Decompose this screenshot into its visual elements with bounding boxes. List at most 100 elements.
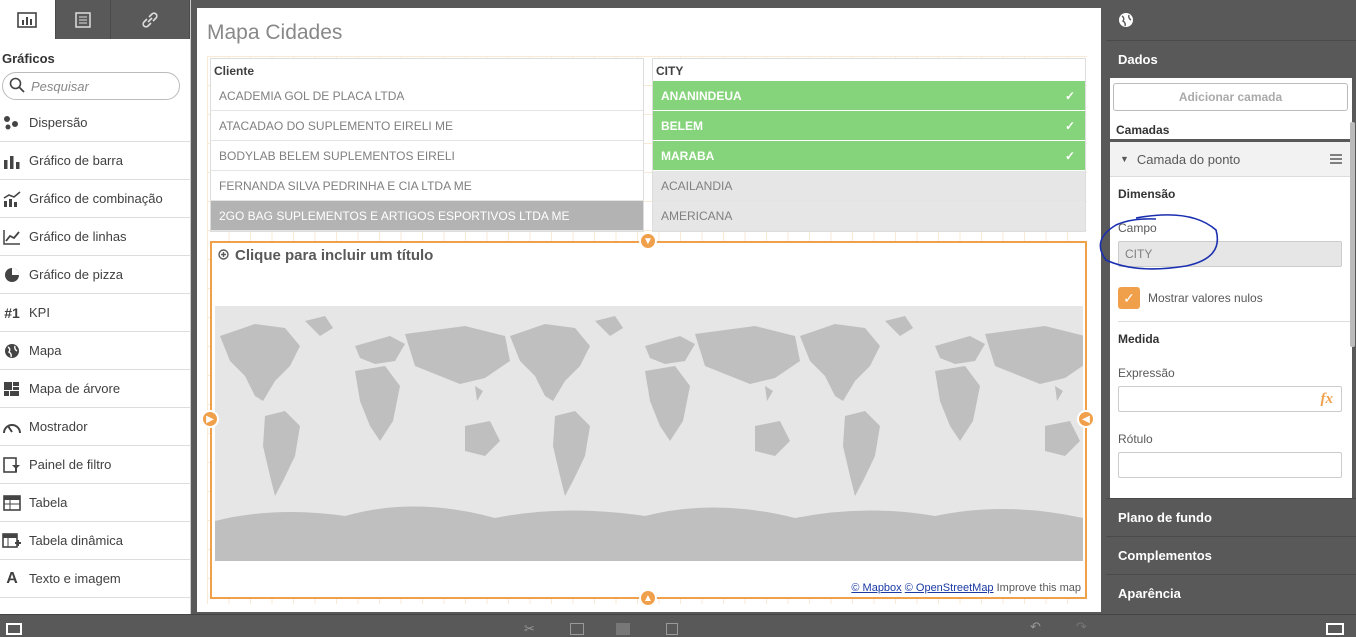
redo-icon[interactable]: ↷ — [1076, 619, 1087, 635]
gauge-icon — [2, 418, 22, 436]
treemap-icon — [2, 380, 22, 398]
section-dados[interactable]: Dados — [1106, 40, 1356, 78]
label-label: Rótulo — [1118, 432, 1153, 446]
section-background[interactable]: Plano de fundo — [1106, 498, 1356, 536]
resize-handle-left[interactable]: ▶ — [201, 410, 219, 428]
cliente-filter-header: Cliente — [214, 64, 255, 78]
chart-item-scatter[interactable]: Dispersão — [0, 104, 190, 142]
cut-icon[interactable]: ✂ — [524, 621, 535, 637]
annotation-circle — [1099, 214, 1219, 270]
table-icon — [2, 494, 22, 512]
cliente-row[interactable]: ACADEMIA GOL DE PLACA LTDA — [211, 81, 643, 111]
resize-handle-bottom[interactable]: ▲ — [639, 589, 657, 607]
city-filter-header: CITY — [656, 64, 684, 78]
chart-item-bar[interactable]: Gráfico de barra — [0, 142, 190, 180]
osm-link[interactable]: © OpenStreetMap — [905, 582, 994, 594]
show-nulls-checkbox[interactable]: ✓ Mostrar valores nulos — [1118, 287, 1352, 322]
undo-icon[interactable]: ↶ — [1030, 619, 1041, 635]
checkbox-checked-icon: ✓ — [1118, 287, 1140, 309]
chart-list: Dispersão Gráfico de barra Gráfico de co… — [0, 104, 190, 598]
chart-item-line[interactable]: Gráfico de linhas — [0, 218, 190, 256]
check-icon: ✓ — [1064, 148, 1075, 163]
globe-icon — [2, 342, 22, 360]
pie-chart-icon — [2, 266, 22, 284]
city-row[interactable]: MARABA ✓ — [653, 141, 1085, 171]
chart-item-pivot-table[interactable]: Tabela dinâmica — [0, 522, 190, 560]
globe-icon — [1106, 0, 1356, 40]
delete-icon[interactable] — [666, 623, 678, 635]
map-object[interactable]: Clique para incluir um título © Mapbox ©… — [210, 241, 1087, 599]
world-map-tiles — [215, 316, 1083, 561]
bottom-toolbar: ✂ ↶ ↷ — [0, 614, 1356, 637]
list-icon[interactable] — [56, 0, 112, 39]
copy-icon[interactable] — [570, 623, 584, 635]
text-icon: A — [6, 569, 18, 587]
toggle-properties-icon[interactable] — [1326, 623, 1344, 635]
label-input[interactable] — [1118, 452, 1342, 478]
hamburger-icon[interactable] — [1330, 152, 1342, 167]
section-addons[interactable]: Complementos — [1106, 536, 1356, 574]
data-section-content: Adicionar camada Camadas ▼ Camada do pont… — [1110, 78, 1352, 498]
add-layer-button[interactable]: Adicionar camada — [1113, 83, 1348, 111]
chart-item-kpi[interactable]: #1 KPI — [0, 294, 190, 332]
city-filter[interactable]: CITY ANANINDEUA ✓ BELEM ✓ MARABA ✓ ACAILAND… — [652, 58, 1086, 232]
city-row[interactable]: ACAILANDIA — [653, 171, 1085, 201]
dimension-heading: Dimensão — [1118, 187, 1176, 201]
chart-item-gauge[interactable]: Mostrador — [0, 408, 190, 446]
scatter-icon — [2, 114, 22, 132]
cliente-row[interactable]: BODYLAB BELEM SUPLEMENTOS EIRELI — [211, 141, 643, 171]
combo-chart-icon — [2, 190, 22, 208]
kpi-icon: #1 — [4, 304, 20, 321]
measure-heading: Medida — [1118, 332, 1160, 346]
world-map[interactable] — [215, 306, 1083, 561]
sheet-canvas: Mapa Cidades Cliente ACADEMIA GOL DE PLA… — [197, 8, 1101, 612]
resize-handle-top[interactable]: ▼ — [639, 232, 657, 250]
cliente-filter[interactable]: Cliente ACADEMIA GOL DE PLACA LTDA ATACA… — [210, 58, 644, 232]
chart-icon[interactable] — [0, 0, 56, 39]
city-row[interactable]: ANANINDEUA ✓ — [653, 81, 1085, 111]
filter-pane-icon — [2, 456, 22, 474]
charts-heading: Gráficos — [2, 51, 55, 66]
chart-item-text-image[interactable]: A Texto e imagem — [0, 560, 190, 598]
link-icon[interactable] — [111, 0, 190, 39]
section-appearance[interactable]: Aparência — [1106, 574, 1356, 612]
mapbox-link[interactable]: © Mapbox — [851, 582, 901, 594]
fx-icon[interactable]: fx — [1321, 391, 1334, 408]
assets-panel: Gráficos Pesquisar Dispersão Gráfico de … — [0, 0, 191, 614]
chart-item-map[interactable]: Mapa — [0, 332, 190, 370]
expression-input[interactable]: fx — [1118, 386, 1342, 412]
search-placeholder: Pesquisar — [31, 78, 89, 94]
chart-item-table[interactable]: Tabela — [0, 484, 190, 522]
chart-item-combo[interactable]: Gráfico de combinação — [0, 180, 190, 218]
city-row[interactable]: AMERICANA — [653, 201, 1085, 231]
properties-scrollbar[interactable] — [1350, 122, 1355, 347]
toggle-assets-icon[interactable] — [6, 623, 22, 635]
sheet-title[interactable]: Mapa Cidades — [207, 21, 342, 45]
caret-down-icon[interactable]: ▼ — [1120, 154, 1129, 164]
chart-item-filter-pane[interactable]: Painel de filtro — [0, 446, 190, 484]
layer-item[interactable]: ▼ Camada do ponto — [1110, 139, 1352, 177]
resize-handle-right[interactable]: ◀ — [1077, 410, 1095, 428]
check-icon: ✓ — [1064, 88, 1075, 103]
pivot-table-icon — [2, 532, 22, 550]
map-attribution: © Mapbox © OpenStreetMap Improve this ma… — [851, 582, 1081, 594]
cliente-row[interactable]: ATACADAO DO SUPLEMENTO EIRELI ME — [211, 111, 643, 141]
layers-heading: Camadas — [1116, 123, 1170, 137]
properties-panel: Dados Adicionar camada Camadas ▼ Camada d… — [1106, 0, 1356, 614]
cliente-row[interactable]: FERNANDA SILVA PEDRINHA E CIA LTDA ME — [211, 171, 643, 201]
city-row[interactable]: BELEM ✓ — [653, 111, 1085, 141]
plus-circle-icon — [218, 247, 229, 264]
chart-item-treemap[interactable]: Mapa de árvore — [0, 370, 190, 408]
bar-chart-icon — [2, 152, 22, 170]
check-icon: ✓ — [1064, 118, 1075, 133]
search-input[interactable]: Pesquisar — [2, 72, 180, 100]
cliente-row[interactable]: 2GO BAG SUPLEMENTOS E ARTIGOS ESPORTIVOS… — [211, 201, 643, 231]
paste-icon[interactable] — [616, 623, 630, 635]
map-title-placeholder[interactable]: Clique para incluir um título — [218, 247, 433, 264]
chart-item-pie[interactable]: Gráfico de pizza — [0, 256, 190, 294]
assets-tabs — [0, 0, 190, 39]
improve-map-link[interactable]: Improve this map — [997, 582, 1081, 594]
line-chart-icon — [2, 228, 22, 246]
expression-label: Expressão — [1118, 366, 1175, 380]
search-icon — [9, 77, 25, 96]
